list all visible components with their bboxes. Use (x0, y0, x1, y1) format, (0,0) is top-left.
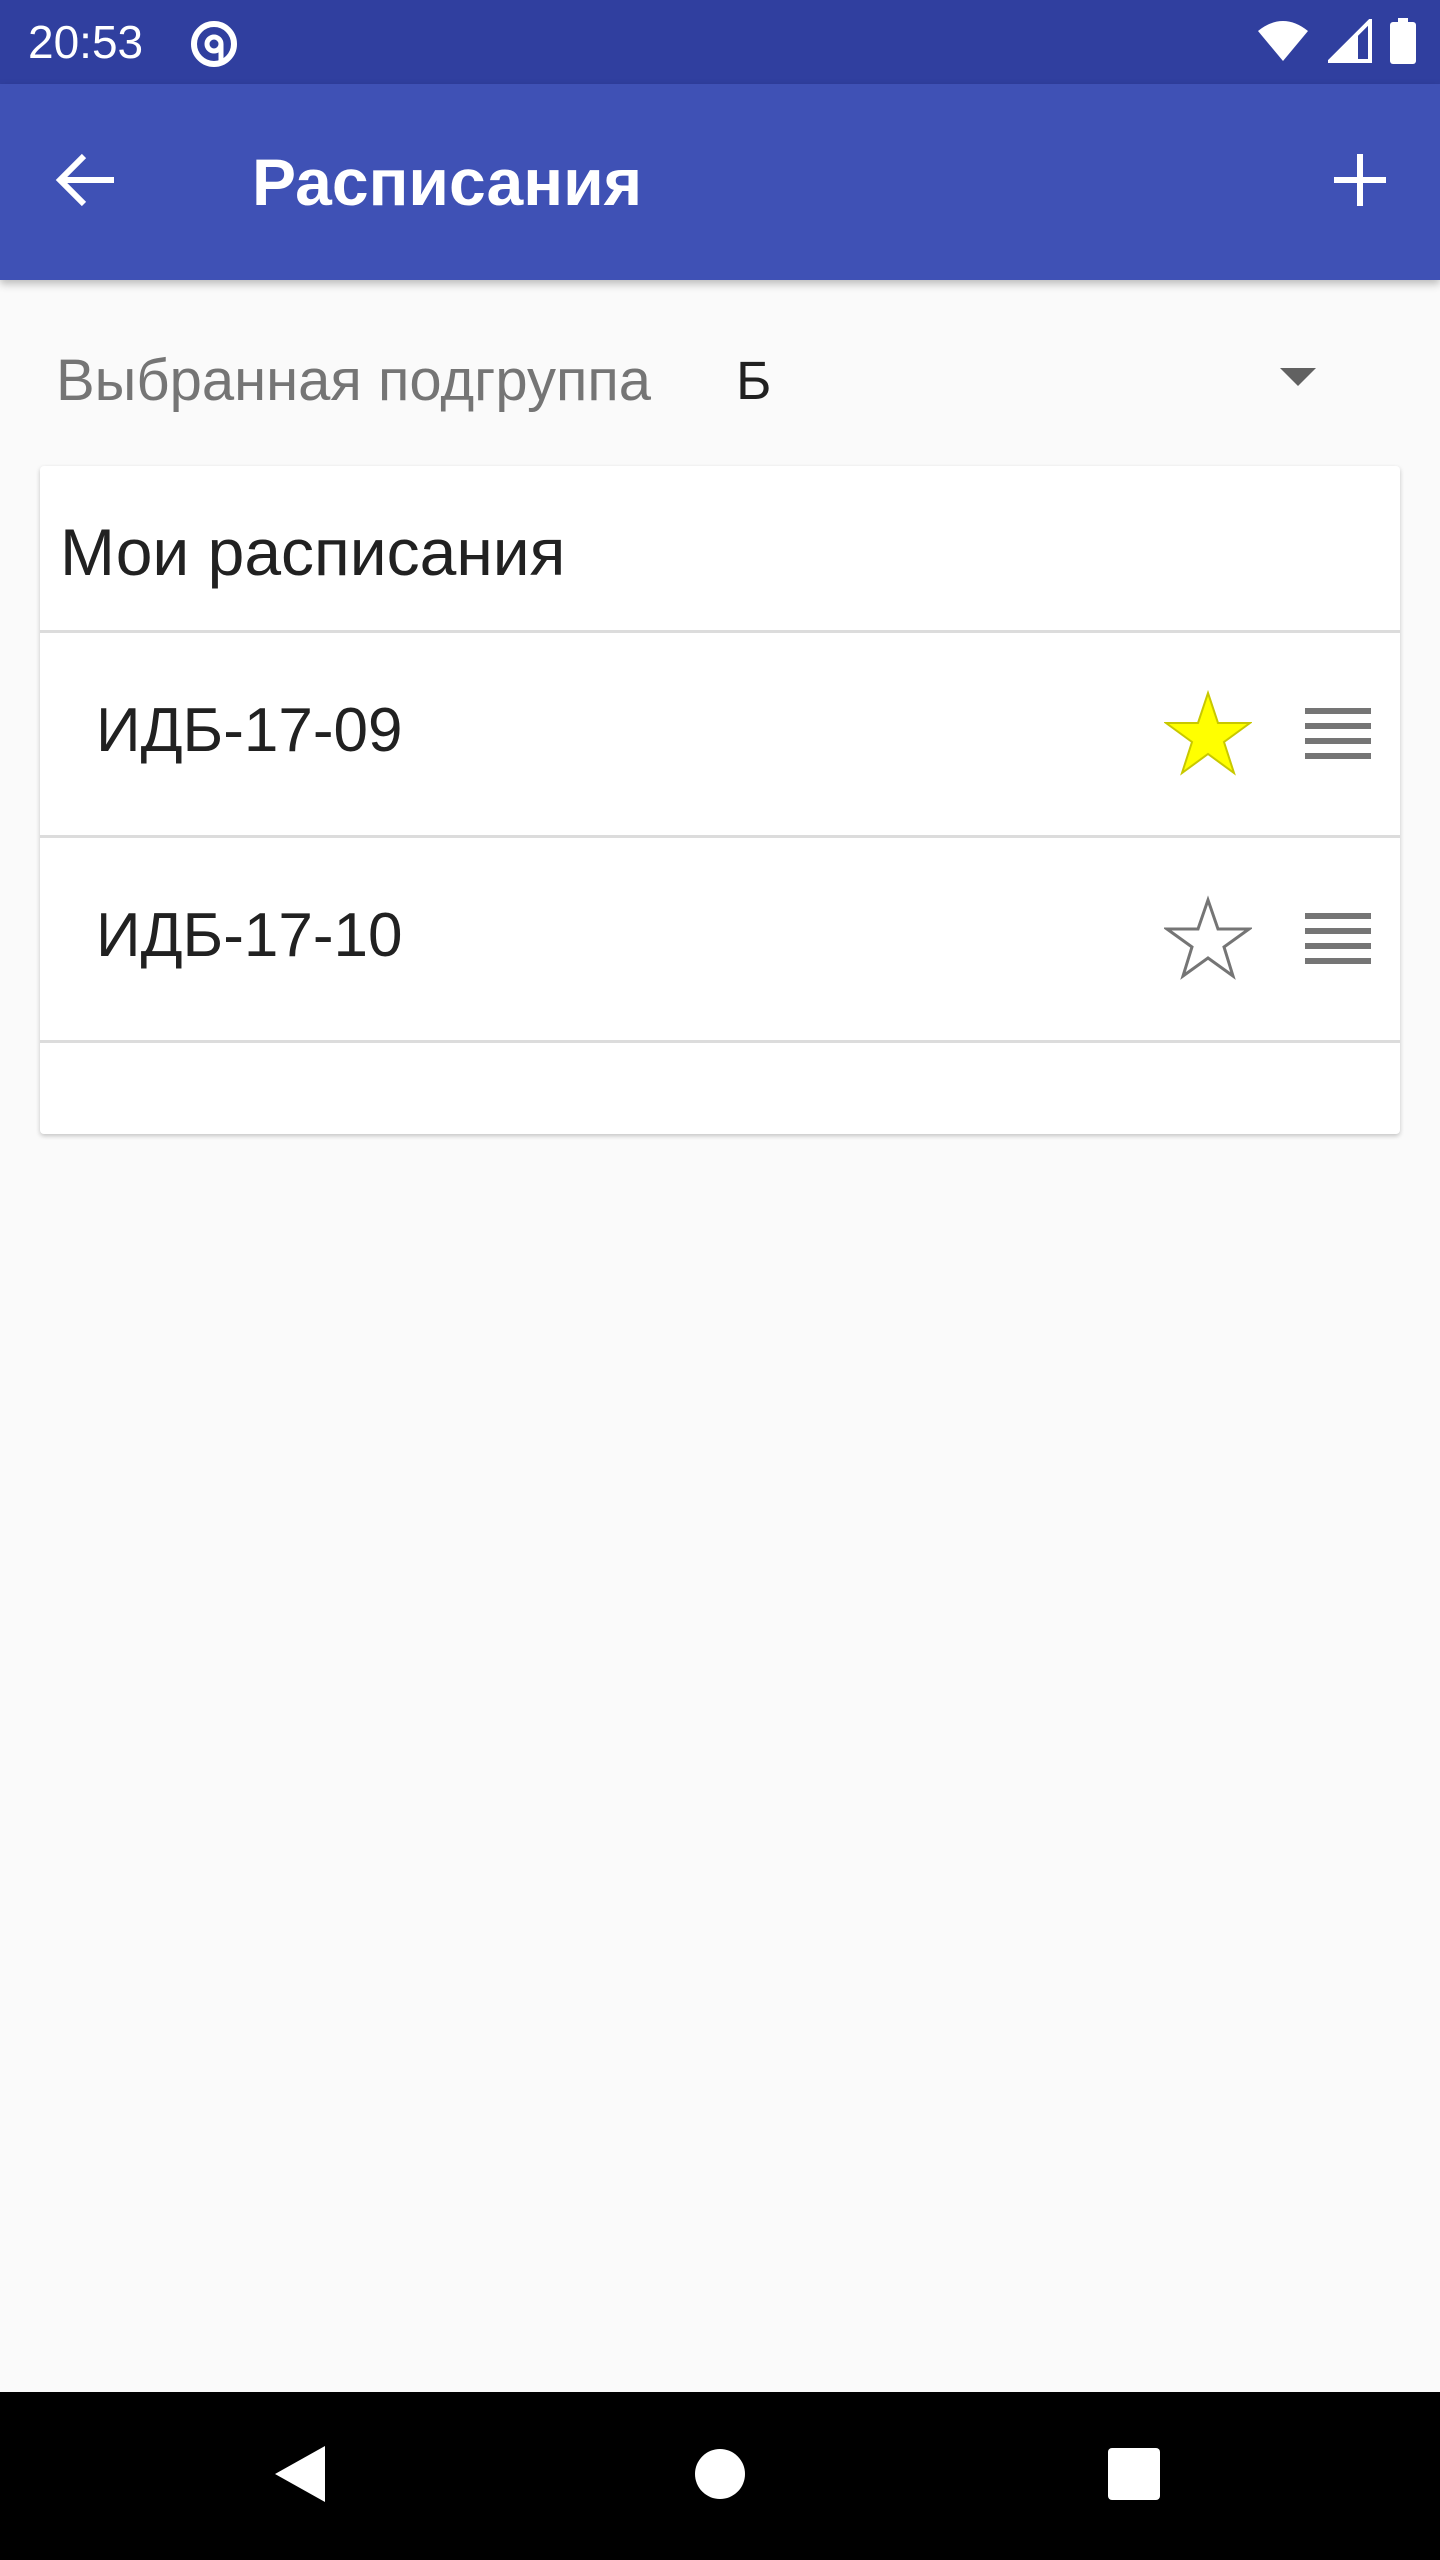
app-bar: Расписания (0, 84, 1440, 280)
system-navigation-bar (0, 2392, 1440, 2560)
at-sign-icon (188, 18, 240, 70)
arrow-drop-down-icon (1280, 368, 1316, 386)
screen: 20:53 Расписания Выбранная подгруппа Б М… (0, 0, 1440, 2560)
battery-icon (1390, 17, 1416, 69)
nav-recents-button[interactable] (1084, 2426, 1184, 2526)
schedule-item[interactable]: ИДБ-17-09 (40, 633, 1400, 838)
nav-back-button[interactable] (250, 2426, 350, 2526)
back-button[interactable] (40, 136, 132, 228)
drag-handle[interactable] (1302, 699, 1374, 771)
schedule-item-label: ИДБ-17-10 (96, 901, 403, 970)
page-title: Расписания (252, 145, 643, 219)
status-bar: 20:53 (0, 0, 1440, 84)
drag-handle[interactable] (1302, 904, 1374, 976)
plus-icon (1332, 152, 1388, 213)
card-header: Мои расписания (40, 466, 1400, 633)
drag-handle-icon (1305, 911, 1371, 970)
subgroup-row: Выбранная подгруппа Б (0, 330, 1440, 430)
status-time: 20:53 (28, 16, 144, 68)
schedule-item-label: ИДБ-17-09 (96, 696, 403, 765)
favorite-toggle[interactable] (1162, 689, 1254, 781)
home-circle-icon (693, 2447, 747, 2506)
arrow-back-icon (54, 148, 118, 217)
status-icons (1256, 15, 1416, 69)
my-schedules-card: Мои расписания ИДБ-17-09 ИДБ-17-10 (40, 466, 1400, 1134)
subgroup-dropdown[interactable]: Б (730, 330, 1370, 430)
subgroup-label: Выбранная подгруппа (56, 348, 652, 413)
back-triangle-icon (273, 2444, 327, 2509)
subgroup-selected-value: Б (736, 351, 772, 411)
favorite-toggle[interactable] (1162, 894, 1254, 986)
card-title: Мои расписания (60, 515, 566, 589)
recents-square-icon (1107, 2447, 1161, 2506)
signal-icon (1325, 15, 1372, 68)
nav-home-button[interactable] (670, 2426, 770, 2526)
add-schedule-button[interactable] (1314, 136, 1406, 228)
star-filled-icon (1162, 689, 1254, 782)
star-outline-icon (1162, 894, 1254, 987)
schedule-item[interactable]: ИДБ-17-10 (40, 838, 1400, 1043)
wifi-icon (1256, 19, 1310, 68)
drag-handle-icon (1305, 706, 1371, 765)
